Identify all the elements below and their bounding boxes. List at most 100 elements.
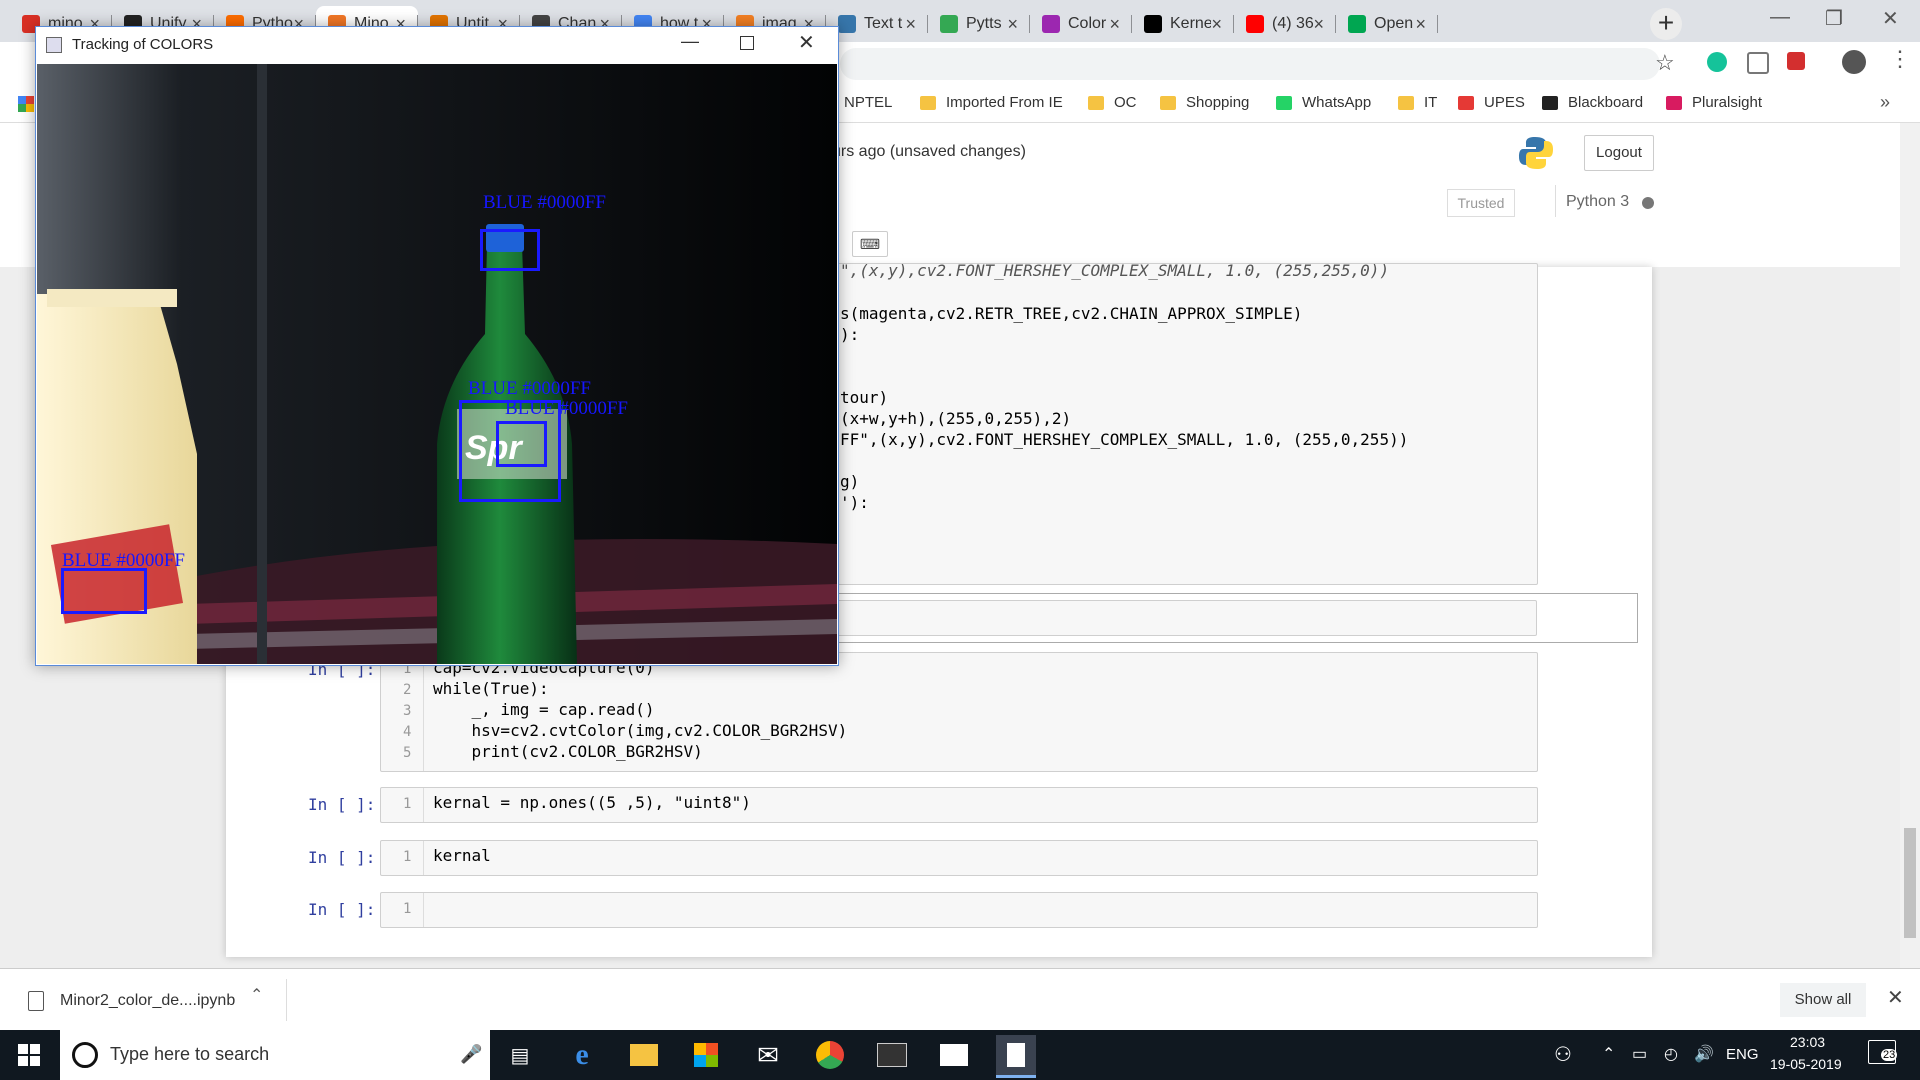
minimize-icon[interactable]: —: [1770, 6, 1790, 29]
code-fragment: (x+w,y+h),(255,0,255),2): [840, 409, 1072, 428]
bookmark-item[interactable]: Pluralsight: [1666, 94, 1762, 111]
tab-close-icon[interactable]: ×: [1109, 14, 1120, 35]
download-filename[interactable]: Minor2_color_de....ipynb: [60, 992, 235, 1010]
camera-frame: Spr BLUE #0000FF BLUE #0000FF BLUE #0000…: [37, 64, 837, 664]
youtube-icon: [1246, 15, 1264, 33]
folder-icon: [920, 95, 936, 110]
star-icon[interactable]: ☆: [1655, 50, 1675, 76]
detection-label: BLUE #0000FF: [468, 378, 591, 399]
file-icon: [28, 991, 44, 1011]
notepad-icon[interactable]: [996, 1035, 1036, 1078]
minimize-icon[interactable]: —: [681, 31, 699, 52]
chevron-up-icon[interactable]: ⌃: [250, 985, 263, 1005]
close-icon[interactable]: ✕: [1882, 6, 1899, 31]
bookmark-label: OC: [1114, 94, 1137, 111]
code-cell[interactable]: 1 2 3 4 5 cap=cv2.VideoCapture(0) while(…: [380, 652, 1538, 772]
folder-icon: [1088, 95, 1104, 110]
whatsapp-icon: [1276, 95, 1292, 110]
close-icon[interactable]: ✕: [1887, 985, 1904, 1010]
tab[interactable]: Color ×: [1030, 6, 1132, 42]
tab-close-icon[interactable]: ×: [1415, 14, 1426, 35]
tab-close-icon[interactable]: ×: [1007, 14, 1018, 35]
bookmark-item[interactable]: WhatsApp: [1276, 94, 1371, 111]
mail-icon[interactable]: ✉: [748, 1035, 788, 1075]
code-fragment: s(magenta,cv2.RETR_TREE,cv2.CHAIN_APPROX…: [840, 304, 1303, 323]
tab[interactable]: Kerne ×: [1132, 6, 1234, 42]
logout-button[interactable]: Logout: [1584, 135, 1654, 171]
cv-window[interactable]: Tracking of COLORS — ✕ Spr BLUE #0000FF …: [35, 26, 839, 666]
tab-close-icon[interactable]: ×: [1211, 14, 1222, 35]
kernel-name[interactable]: Python 3: [1566, 193, 1629, 211]
menu-icon[interactable]: ⋮: [1889, 46, 1911, 72]
edge-icon[interactable]: e: [562, 1035, 602, 1075]
maximize-icon[interactable]: [740, 36, 754, 50]
battery-icon[interactable]: ▭: [1632, 1044, 1647, 1064]
restore-icon[interactable]: ❐: [1825, 6, 1843, 31]
bookmark-item[interactable]: UPES: [1458, 94, 1525, 111]
clock-time[interactable]: 23:03: [1790, 1034, 1825, 1050]
bookmark-item[interactable]: Shopping: [1160, 94, 1249, 111]
new-tab-button[interactable]: +: [1650, 8, 1682, 40]
cv-titlebar[interactable]: Tracking of COLORS — ✕: [36, 27, 838, 63]
bookmark-item[interactable]: Imported From IE: [920, 94, 1063, 111]
scrollbar[interactable]: [1900, 123, 1920, 968]
code-line: kernal: [433, 846, 491, 865]
search-box[interactable]: Type here to search 🎤: [60, 1030, 490, 1080]
photos-icon[interactable]: [934, 1035, 974, 1075]
code-line: while(True):: [433, 679, 549, 698]
python-icon: [838, 15, 856, 33]
file-explorer-icon[interactable]: [624, 1035, 664, 1075]
apps-icon[interactable]: [18, 96, 34, 112]
tab-title: Open: [1374, 15, 1414, 32]
scrollbar-thumb[interactable]: [1904, 828, 1916, 938]
bookmark-item[interactable]: Blackboard: [1542, 94, 1643, 111]
bookmark-label: Shopping: [1186, 94, 1250, 111]
line-number: 1: [403, 901, 412, 917]
chevron-right-icon[interactable]: »: [1880, 92, 1890, 113]
close-icon[interactable]: ✕: [798, 30, 815, 55]
store-icon[interactable]: [686, 1035, 726, 1075]
address-bar[interactable]: [840, 48, 1660, 80]
code-cell[interactable]: 1: [380, 892, 1538, 928]
lotion-pump: [47, 289, 177, 307]
folder-icon: [1542, 95, 1558, 110]
tab-close-icon[interactable]: ×: [905, 14, 916, 35]
chrome-icon[interactable]: [810, 1035, 850, 1075]
color-grid-icon: [1042, 15, 1060, 33]
code-cell[interactable]: 1 kernal: [380, 840, 1538, 876]
windows-start-icon[interactable]: [18, 1044, 40, 1066]
clock-date[interactable]: 19-05-2019: [1770, 1056, 1842, 1072]
avatar[interactable]: [1842, 50, 1866, 74]
code-fragment: g): [840, 472, 860, 491]
trusted-badge[interactable]: Trusted: [1447, 189, 1515, 217]
volume-icon[interactable]: 🔊: [1694, 1044, 1714, 1064]
code-line: _, img = cap.read(): [433, 700, 655, 719]
detection-box: [480, 229, 540, 271]
line-number: 3: [403, 703, 412, 719]
notification-icon[interactable]: 23: [1868, 1040, 1898, 1064]
people-icon[interactable]: ⚇: [1554, 1042, 1572, 1067]
show-all-button[interactable]: Show all: [1780, 983, 1866, 1017]
wifi-icon[interactable]: ◴: [1664, 1044, 1678, 1064]
tab[interactable]: Pytts ×: [928, 6, 1030, 42]
code-cell[interactable]: 1 kernal = np.ones((5 ,5), "uint8"): [380, 787, 1538, 823]
tab[interactable]: (4) 36 ×: [1234, 6, 1336, 42]
task-view-icon[interactable]: ▤: [500, 1035, 540, 1075]
bookmark-item[interactable]: OC: [1088, 94, 1137, 111]
bookmark-label: NPTEL: [844, 94, 893, 111]
extension-icon[interactable]: [1747, 52, 1769, 74]
chevron-up-icon[interactable]: ⌃: [1602, 1044, 1615, 1064]
grammarly-icon[interactable]: [1707, 52, 1727, 72]
line-number: 2: [403, 682, 412, 698]
tab-close-icon[interactable]: ×: [1313, 14, 1324, 35]
terminal-icon[interactable]: [872, 1035, 912, 1075]
divider: [286, 979, 287, 1021]
pocket-icon[interactable]: [1787, 52, 1805, 70]
bookmark-item[interactable]: IT: [1398, 94, 1437, 111]
microphone-icon[interactable]: 🎤: [460, 1044, 482, 1065]
tab[interactable]: Open ×: [1336, 6, 1438, 42]
keyboard-icon[interactable]: ⌨: [852, 231, 888, 257]
tab[interactable]: Text t ×: [826, 6, 928, 42]
language-indicator[interactable]: ENG: [1726, 1046, 1759, 1063]
line-number: 1: [403, 849, 412, 865]
